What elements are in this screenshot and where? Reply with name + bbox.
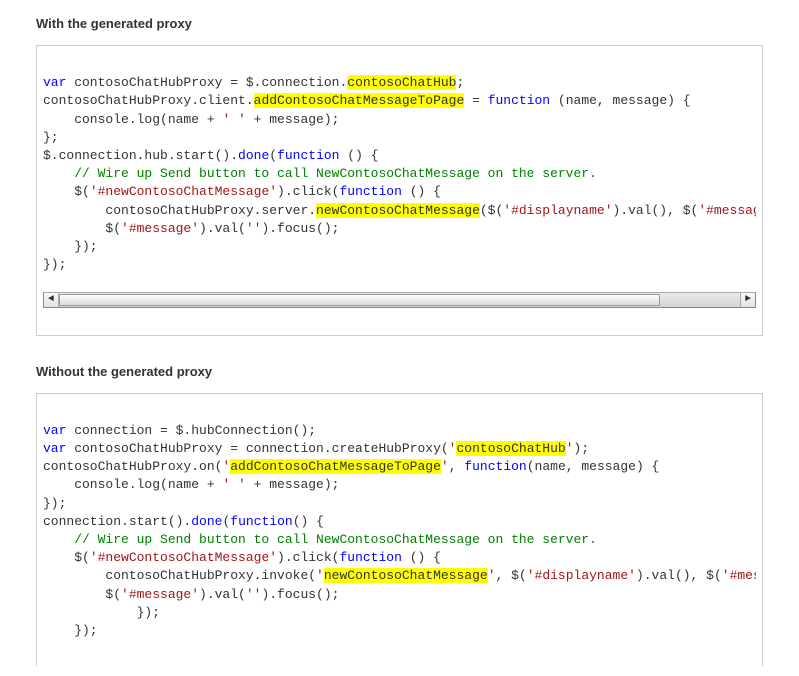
keyword-function: function: [339, 184, 401, 199]
keyword-function: function: [488, 93, 550, 108]
scroll-right-button[interactable]: ►: [740, 293, 755, 307]
keyword-function: function: [230, 514, 292, 529]
scroll-left-button[interactable]: ◄: [44, 293, 59, 307]
string-literal: '#mess: [722, 568, 756, 583]
highlight-client-method: addContosoChatMessageToPage: [254, 93, 465, 108]
keyword-var: var: [43, 423, 66, 438]
keyword-function: function: [277, 148, 339, 163]
highlight-server-method: newContosoChatMessage: [324, 568, 488, 583]
string-literal: '#message: [698, 203, 756, 218]
string-literal: '#newContosoChatMessage': [90, 184, 277, 199]
code-comment: // Wire up Send button to call NewContos…: [43, 166, 597, 181]
done-method: done: [191, 514, 222, 529]
string-literal: ' ': [222, 112, 245, 127]
string-literal: '#message': [121, 221, 199, 236]
string-literal: '': [246, 587, 262, 602]
highlight-hub-name: contosoChatHub: [347, 75, 456, 90]
code-comment: // Wire up Send button to call NewContos…: [43, 532, 597, 547]
highlight-hub-name: contosoChatHub: [456, 441, 565, 456]
highlight-client-method: addContosoChatMessageToPage: [230, 459, 441, 474]
highlight-server-method: newContosoChatMessage: [316, 203, 480, 218]
code-content-1: var contosoChatHubProxy = $.connection.c…: [43, 74, 756, 274]
done-method: done: [238, 148, 269, 163]
keyword-var: var: [43, 441, 66, 456]
code-block-1: var contosoChatHubProxy = $.connection.c…: [36, 45, 763, 336]
section-title-1: With the generated proxy: [36, 16, 763, 31]
string-literal: '#displayname': [527, 568, 636, 583]
string-literal: '': [246, 221, 262, 236]
code-content-2: var connection = $.hubConnection(); var …: [43, 422, 756, 640]
scroll-track[interactable]: [59, 293, 740, 307]
scroll-thumb[interactable]: [59, 294, 660, 306]
horizontal-scrollbar[interactable]: ◄ ►: [43, 292, 756, 308]
string-literal: ' ': [222, 477, 245, 492]
string-literal: '#message': [121, 587, 199, 602]
code-block-2: var connection = $.hubConnection(); var …: [36, 393, 763, 667]
keyword-var: var: [43, 75, 66, 90]
section-title-2: Without the generated proxy: [36, 364, 763, 379]
keyword-function: function: [464, 459, 526, 474]
string-literal: '#displayname': [503, 203, 612, 218]
